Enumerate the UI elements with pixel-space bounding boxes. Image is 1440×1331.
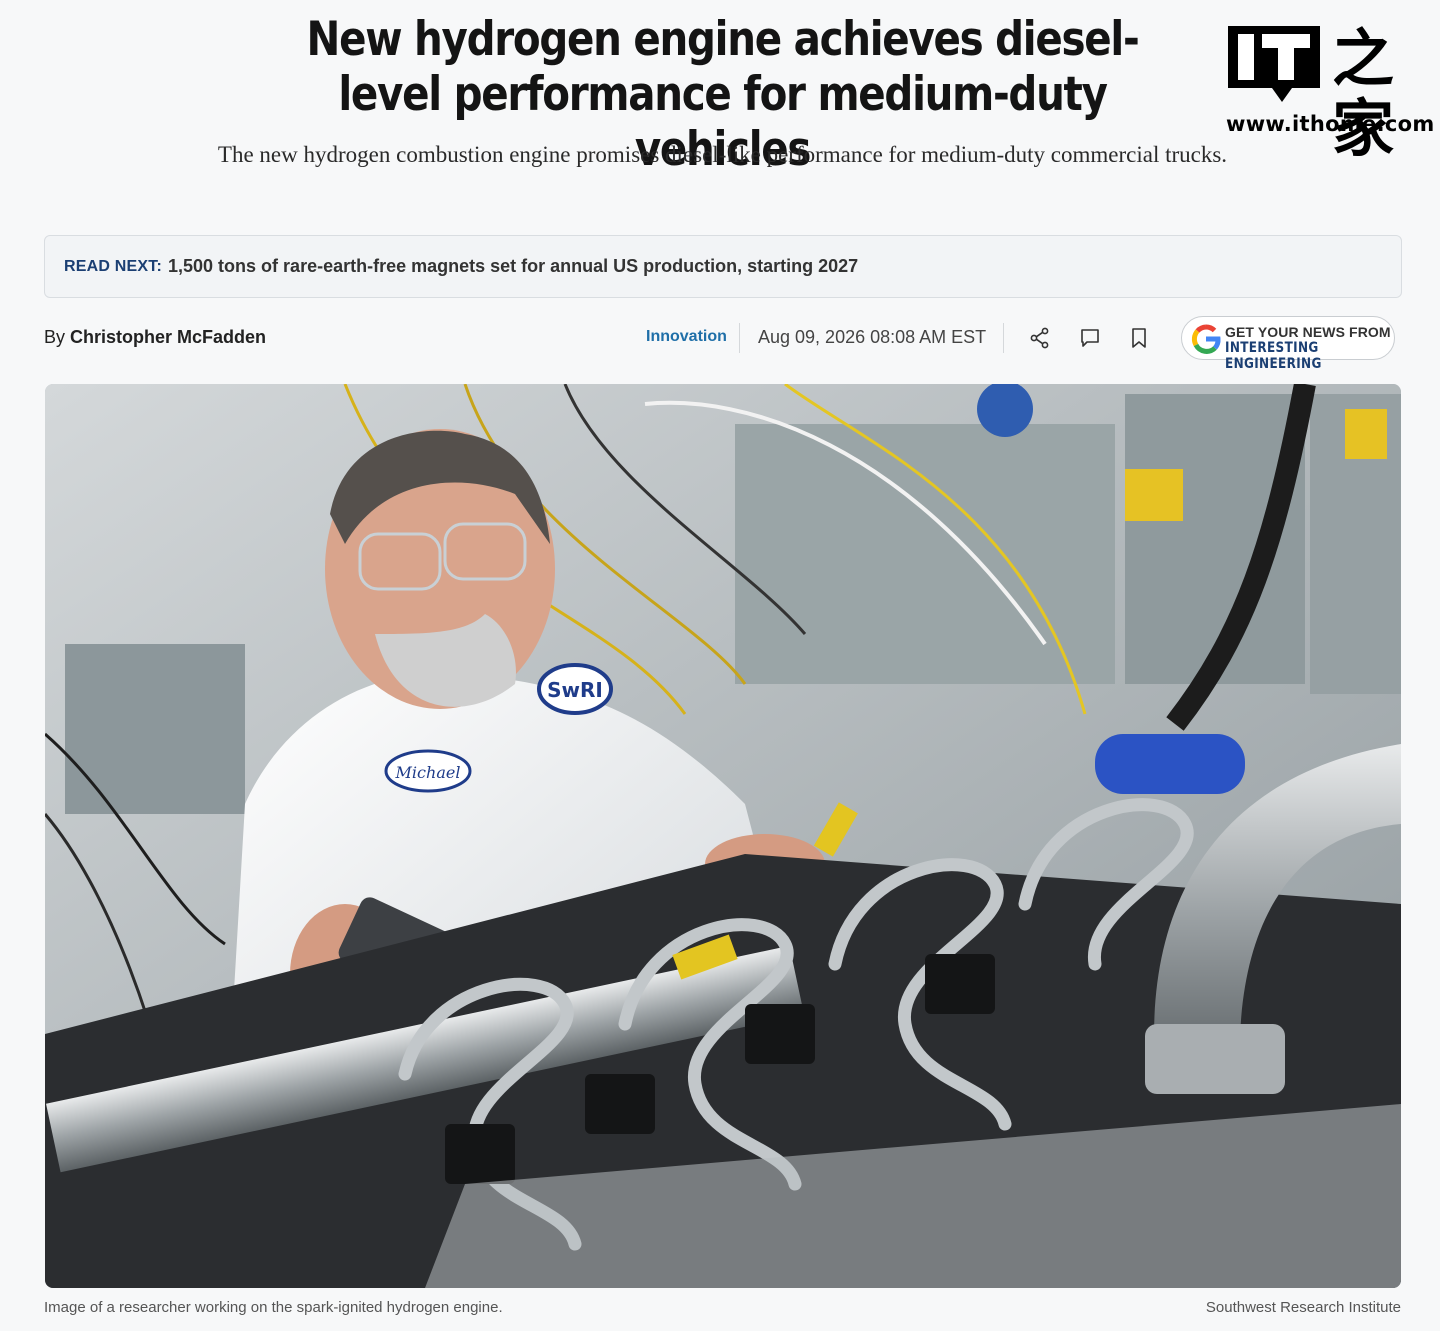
article-subhead: The new hydrogen combustion engine promi… [217, 142, 1228, 167]
image-credit: Southwest Research Institute [1205, 1299, 1401, 1316]
google-news-line1: GET YOUR NEWS FROM [1225, 324, 1391, 340]
divider [1003, 323, 1004, 353]
google-news-line2: INTERESTING ENGINEERING [1225, 340, 1322, 372]
comment-icon[interactable] [1078, 326, 1102, 350]
byline-prefix: By [44, 327, 66, 347]
share-icon[interactable] [1028, 326, 1052, 350]
read-next-banner[interactable]: READ NEXT: 1,500 tons of rare-earth-free… [44, 235, 1402, 298]
it-logo-icon [1228, 26, 1320, 102]
read-next-link[interactable]: 1,500 tons of rare-earth-free magnets se… [168, 256, 858, 277]
google-g-icon [1191, 324, 1221, 354]
ithome-watermark: 之家 www.ithome.com [1224, 22, 1434, 164]
bookmark-icon[interactable] [1127, 326, 1151, 350]
byline: By Christopher McFadden [44, 327, 266, 348]
read-next-label: READ NEXT: [64, 257, 163, 275]
name-patch: Michael [395, 763, 461, 782]
swri-patch: SwRI [547, 678, 603, 702]
category-link[interactable]: Innovation [646, 328, 727, 346]
divider [739, 323, 740, 353]
author-link[interactable]: Christopher McFadden [70, 327, 266, 347]
image-caption: Image of a researcher working on the spa… [44, 1299, 503, 1316]
watermark-brand-glyphs: 之家 [1332, 22, 1394, 165]
publish-date: Aug 09, 2026 08:08 AM EST [758, 327, 987, 347]
watermark-url: www.ithome.com [1226, 112, 1435, 136]
google-news-follow-button[interactable]: GET YOUR NEWS FROM INTERESTING ENGINEERI… [1181, 316, 1395, 372]
hero-image: SwRI Michael [45, 384, 1401, 1288]
